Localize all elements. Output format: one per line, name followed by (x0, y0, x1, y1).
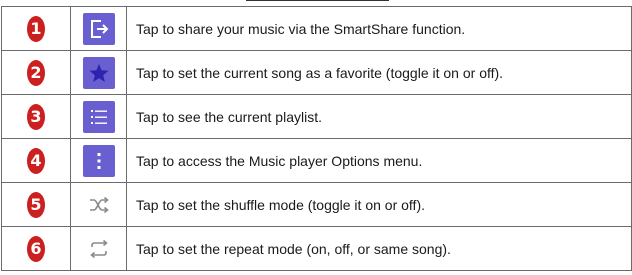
icon-cell (70, 50, 127, 95)
table-row: 4 Tap to access the Music player Options… (1, 138, 632, 183)
icon-cell (70, 138, 127, 183)
row-description: Tap to see the current playlist. (126, 94, 632, 139)
number-badge: 4 (27, 147, 45, 174)
repeat-icon (83, 233, 115, 265)
icon-cell (70, 94, 127, 139)
shuffle-icon (83, 189, 115, 221)
number-cell: 5 (1, 182, 71, 227)
number-cell: 1 (1, 6, 71, 51)
table-row: 2 Tap to set the current song as a favor… (1, 50, 632, 95)
number-badge: 2 (27, 59, 45, 86)
row-description: Tap to access the Music player Options m… (126, 138, 632, 183)
table-row: 6 Tap to set the repeat mode (on, off, o… (1, 226, 632, 271)
row-description: Tap to set the current song as a favorit… (126, 50, 632, 95)
star-icon (82, 56, 115, 89)
number-cell: 3 (1, 94, 71, 139)
table-row: 1 Tap to share your music via the SmartS… (1, 6, 632, 51)
number-cell: 4 (1, 138, 71, 183)
number-cell: 6 (1, 226, 71, 271)
playlist-icon (82, 100, 115, 133)
number-cell: 2 (1, 50, 71, 95)
menu-dots-icon (82, 144, 115, 177)
row-description: Tap to share your music via the SmartSha… (126, 6, 632, 51)
row-description: Tap to set the shuffle mode (toggle it o… (126, 182, 632, 227)
number-badge: 1 (27, 15, 45, 42)
icon-cell (70, 182, 127, 227)
icon-cell (70, 6, 127, 51)
icon-key-table: 1 Tap to share your music via the SmartS… (1, 6, 632, 271)
number-badge: 6 (27, 235, 45, 262)
row-description: Tap to set the repeat mode (on, off, or … (126, 226, 632, 271)
table-row: 3 Tap to see the current playlist. (1, 94, 632, 139)
number-badge: 5 (27, 191, 45, 218)
top-rule (246, 0, 389, 1)
icon-cell (70, 226, 127, 271)
number-badge: 3 (27, 103, 45, 130)
table-row: 5 Tap to set the shuffle mode (toggle it… (1, 182, 632, 227)
share-icon (82, 12, 115, 45)
